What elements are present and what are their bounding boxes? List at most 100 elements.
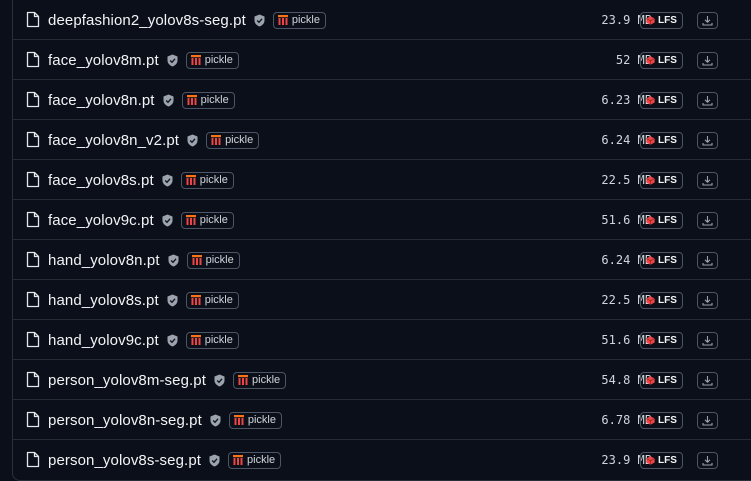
lfs-icon: [646, 456, 655, 465]
lfs-badge[interactable]: LFS: [640, 332, 683, 349]
pickle-badge[interactable]: pickle: [185, 331, 239, 349]
file-name-link[interactable]: face_yolov8n_v2.pt: [48, 132, 179, 149]
download-button[interactable]: [697, 132, 718, 149]
pickle-icon: [186, 95, 197, 105]
shield-check-icon[interactable]: [168, 254, 179, 267]
pickle-badge-label: pickle: [204, 54, 233, 66]
lfs-badge[interactable]: LFS: [640, 412, 683, 429]
pickle-icon: [190, 295, 201, 305]
download-button[interactable]: [697, 212, 718, 229]
lfs-badge[interactable]: LFS: [640, 12, 683, 29]
file-name-link[interactable]: face_yolov8s.pt: [48, 172, 154, 189]
download-button[interactable]: [697, 52, 718, 69]
pickle-badge-label: pickle: [247, 414, 276, 426]
file-row: face_yolov8n_v2.pt pickle 6.24 MB LFS: [13, 120, 751, 160]
lfs-badge[interactable]: LFS: [640, 452, 683, 469]
download-icon: [702, 416, 713, 426]
file-icon: [26, 371, 40, 388]
file-name-link[interactable]: person_yolov8s-seg.pt: [48, 452, 201, 469]
file-name-link[interactable]: face_yolov8n.pt: [48, 92, 155, 109]
file-name-link[interactable]: person_yolov8m-seg.pt: [48, 372, 206, 389]
download-button[interactable]: [697, 372, 718, 389]
download-icon: [702, 96, 713, 106]
shield-check-icon[interactable]: [162, 214, 173, 227]
file-name-link[interactable]: person_yolov8n-seg.pt: [48, 412, 202, 429]
pickle-badge-label: pickle: [199, 174, 228, 186]
file-name-link[interactable]: hand_yolov8n.pt: [48, 252, 160, 269]
pickle-badge[interactable]: pickle: [181, 91, 235, 109]
download-icon: [702, 16, 713, 26]
file-row: person_yolov8m-seg.pt pickle 54.8 MB LFS: [13, 360, 751, 400]
file-name-link[interactable]: face_yolov9c.pt: [48, 212, 154, 229]
file-name-link[interactable]: hand_yolov9c.pt: [48, 332, 159, 349]
shield-check-icon[interactable]: [167, 294, 178, 307]
file-name-group: person_yolov8m-seg.pt pickle: [48, 360, 287, 400]
file-row: hand_yolov8n.pt pickle 6.24 MB LFS: [13, 240, 751, 280]
file-row: face_yolov8m.pt pickle 52 MB LFS: [13, 40, 751, 80]
pickle-badge[interactable]: pickle: [228, 411, 282, 429]
file-list: deepfashion2_yolov8s-seg.pt pickle 23.9 …: [12, 0, 751, 481]
lfs-badge-label: LFS: [658, 15, 677, 26]
shield-check-icon[interactable]: [187, 134, 198, 147]
lfs-badge[interactable]: LFS: [640, 52, 683, 69]
pickle-icon: [191, 255, 202, 265]
download-button[interactable]: [697, 92, 718, 109]
shield-check-icon[interactable]: [209, 454, 220, 467]
file-icon: [26, 211, 40, 228]
file-name-group: person_yolov8n-seg.pt pickle: [48, 400, 282, 440]
lfs-icon: [646, 376, 655, 385]
shield-check-icon[interactable]: [167, 334, 178, 347]
lfs-icon: [646, 16, 655, 25]
shield-check-icon[interactable]: [162, 174, 173, 187]
lfs-badge-label: LFS: [658, 415, 677, 426]
pickle-badge[interactable]: pickle: [186, 251, 240, 269]
shield-check-icon[interactable]: [214, 374, 225, 387]
file-row: hand_yolov9c.pt pickle 51.6 MB LFS: [13, 320, 751, 360]
download-button[interactable]: [697, 172, 718, 189]
lfs-badge[interactable]: LFS: [640, 252, 683, 269]
download-icon: [702, 216, 713, 226]
pickle-badge[interactable]: pickle: [228, 451, 282, 469]
pickle-icon: [238, 375, 249, 385]
lfs-badge[interactable]: LFS: [640, 172, 683, 189]
lfs-badge[interactable]: LFS: [640, 132, 683, 149]
download-icon: [702, 176, 713, 186]
pickle-badge[interactable]: pickle: [180, 171, 234, 189]
download-button[interactable]: [697, 252, 718, 269]
pickle-badge-label: pickle: [200, 94, 229, 106]
shield-check-icon[interactable]: [167, 54, 178, 67]
shield-check-icon[interactable]: [163, 94, 174, 107]
lfs-badge[interactable]: LFS: [640, 292, 683, 309]
lfs-badge-label: LFS: [658, 215, 677, 226]
pickle-icon: [277, 15, 288, 25]
file-name-link[interactable]: deepfashion2_yolov8s-seg.pt: [48, 12, 246, 29]
pickle-badge[interactable]: pickle: [206, 131, 260, 149]
pickle-icon: [190, 55, 201, 65]
download-icon: [702, 136, 713, 146]
shield-check-icon[interactable]: [210, 414, 221, 427]
pickle-badge[interactable]: pickle: [185, 51, 239, 69]
shield-check-icon[interactable]: [254, 14, 265, 27]
download-button[interactable]: [697, 452, 718, 469]
file-name-link[interactable]: face_yolov8m.pt: [48, 52, 159, 69]
pickle-badge-label: pickle: [225, 134, 254, 146]
lfs-badge-label: LFS: [658, 375, 677, 386]
lfs-badge-label: LFS: [658, 95, 677, 106]
pickle-badge[interactable]: pickle: [272, 11, 326, 29]
download-button[interactable]: [697, 12, 718, 29]
download-button[interactable]: [697, 412, 718, 429]
pickle-badge[interactable]: pickle: [233, 371, 287, 389]
lfs-badge[interactable]: LFS: [640, 372, 683, 389]
download-icon: [702, 256, 713, 266]
download-button[interactable]: [697, 292, 718, 309]
download-button[interactable]: [697, 332, 718, 349]
file-name-group: face_yolov8n.pt pickle: [48, 80, 235, 120]
pickle-badge[interactable]: pickle: [185, 291, 239, 309]
pickle-badge[interactable]: pickle: [180, 211, 234, 229]
file-icon: [26, 331, 40, 348]
lfs-badge[interactable]: LFS: [640, 92, 683, 109]
lfs-badge[interactable]: LFS: [640, 212, 683, 229]
download-icon: [702, 376, 713, 386]
pickle-icon: [185, 175, 196, 185]
file-name-link[interactable]: hand_yolov8s.pt: [48, 292, 159, 309]
